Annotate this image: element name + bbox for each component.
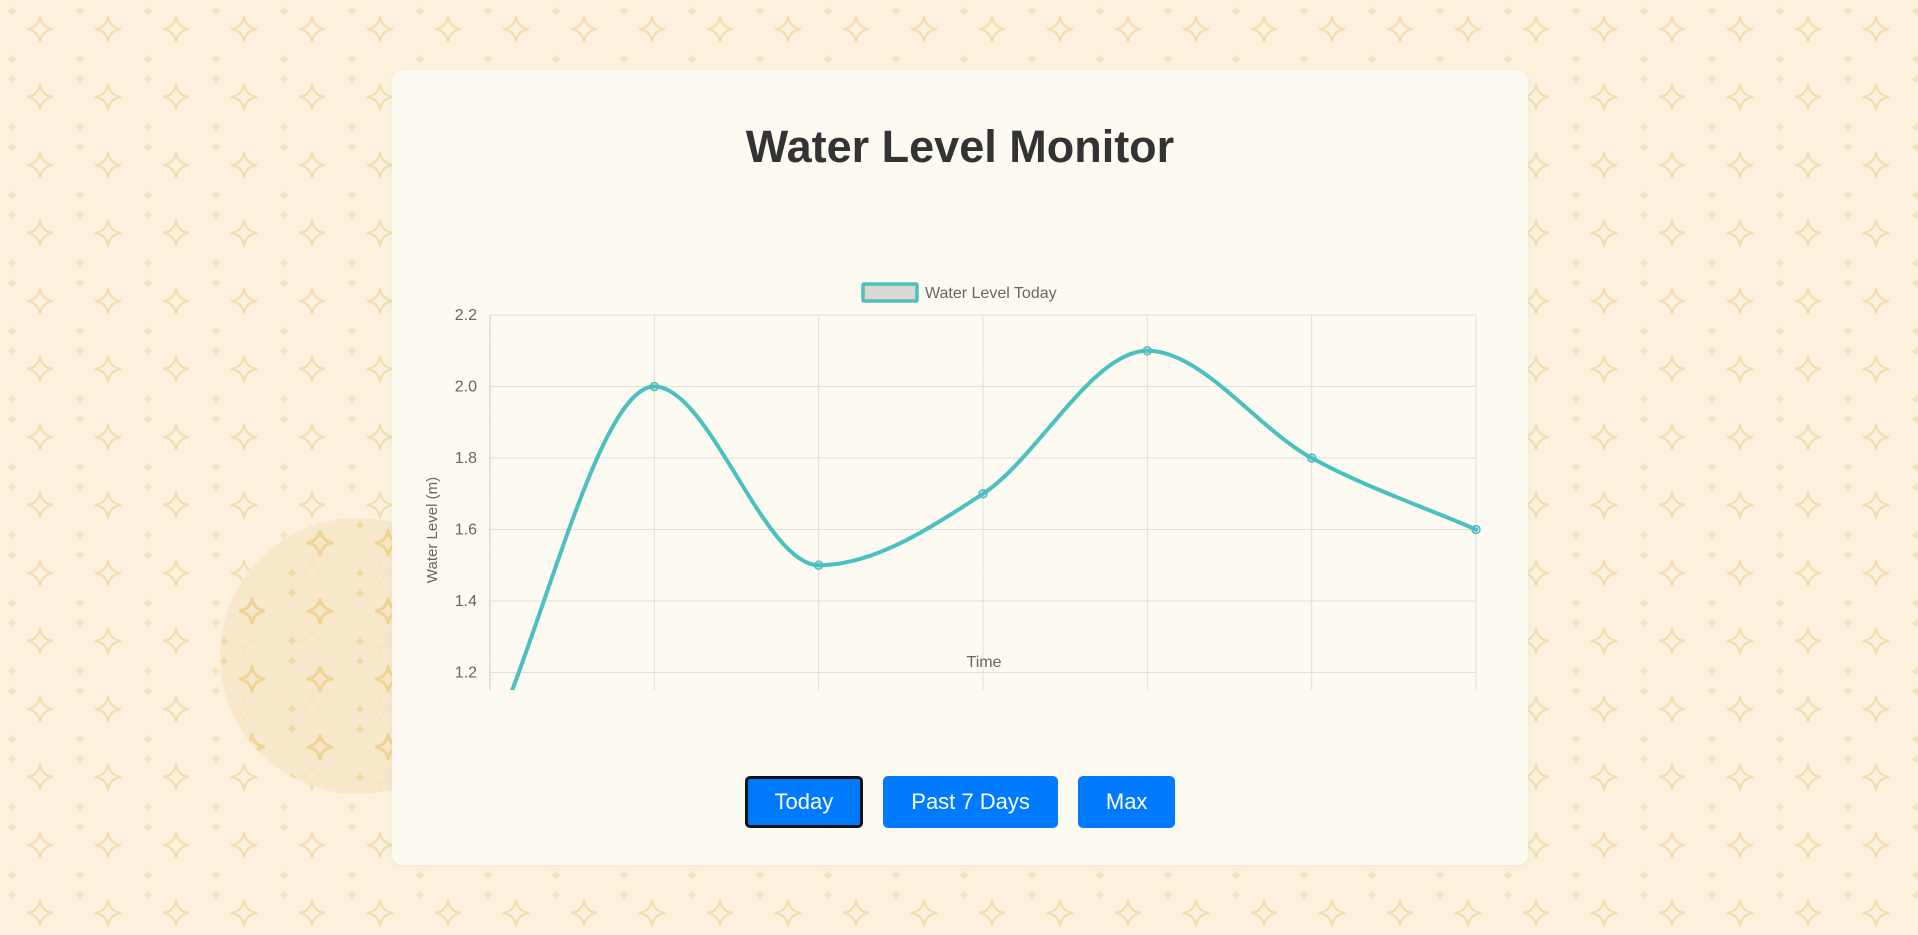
data-point[interactable] <box>649 381 660 392</box>
y-tick-label: 1.4 <box>455 593 477 610</box>
past-7-days-button[interactable]: Past 7 Days <box>883 776 1058 828</box>
page-title: Water Level Monitor <box>745 121 1175 172</box>
water-level-chart: 1.01.21.41.61.82.02.2Day 1Day 2Day 3Day … <box>424 282 1481 690</box>
monitor-card: Water Level Monitor 1.01.21.41.61.82.02.… <box>392 70 1528 865</box>
legend-swatch <box>861 282 919 303</box>
y-tick-label: 1.6 <box>455 522 477 539</box>
data-point[interactable] <box>978 489 988 499</box>
max-button[interactable]: Max <box>1077 776 1176 828</box>
chart-grid <box>489 314 1477 690</box>
data-point[interactable] <box>1306 453 1317 463</box>
today-button[interactable]: Today <box>744 776 864 828</box>
y-tick-label: 1.2 <box>455 665 477 682</box>
data-point[interactable] <box>1471 524 1481 535</box>
data-point[interactable] <box>813 560 824 570</box>
x-axis-title: Time <box>967 654 1002 671</box>
y-tick-label: 2.2 <box>455 307 477 324</box>
chart-legend: Water Level Today <box>861 282 1057 303</box>
range-button-group: Today Past 7 Days Max <box>392 776 1528 828</box>
y-axis-title: Water Level (m) <box>424 477 441 583</box>
y-tick-label: 1.8 <box>455 450 477 467</box>
legend-label: Water Level Today <box>925 285 1057 302</box>
y-tick-label: 2.0 <box>455 379 477 396</box>
data-point[interactable] <box>1142 346 1153 356</box>
